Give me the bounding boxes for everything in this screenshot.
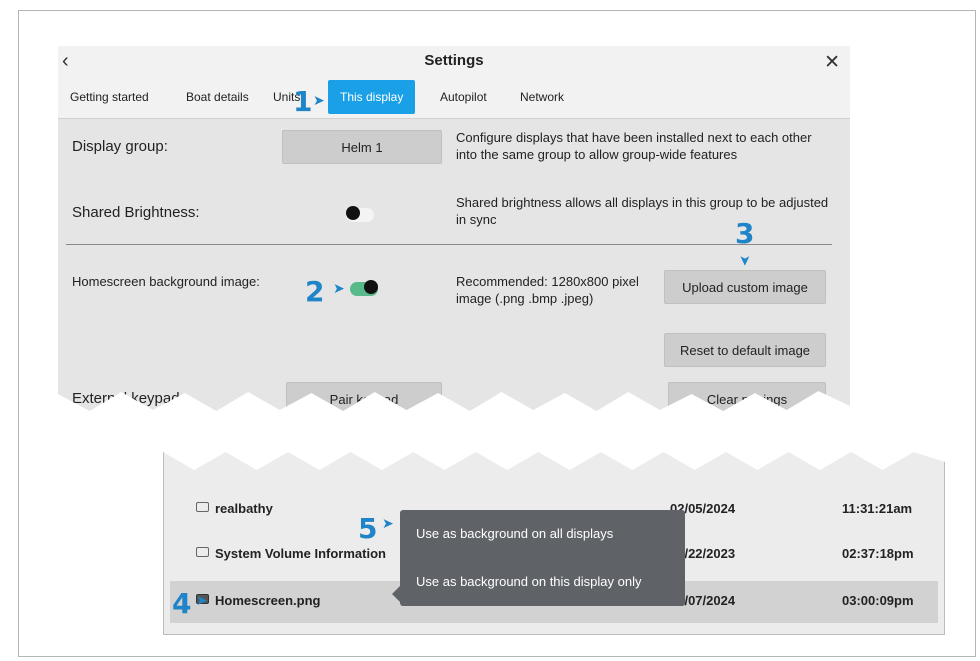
section-divider	[66, 244, 832, 245]
callout-3: 3	[735, 217, 755, 250]
tab-this-display[interactable]: This display	[328, 80, 416, 114]
display-group-button[interactable]: Helm 1	[282, 130, 442, 164]
homescreen-background-label: Homescreen background image:	[72, 274, 260, 289]
display-group-description: Configure displays that have been instal…	[456, 130, 812, 162]
file-name: System Volume Information	[215, 546, 386, 561]
folder-icon	[196, 547, 209, 557]
file-time: 11:31:21am	[842, 501, 913, 516]
file-name: Homescreen.png	[215, 593, 321, 608]
callout-arrow-icon: ➤	[196, 592, 208, 608]
menu-pointer	[392, 586, 400, 602]
tab-autopilot[interactable]: Autopilot	[440, 90, 487, 104]
file-time: 03:00:09pm	[842, 593, 914, 608]
settings-titlebar: ‹ Settings ✕	[58, 46, 850, 80]
settings-tabbar: Getting started Boat details Units This …	[58, 80, 850, 119]
tab-getting-started[interactable]: Getting started	[70, 90, 149, 104]
display-group-label: Display group:	[72, 138, 168, 155]
callout-4: 4	[172, 587, 192, 620]
callout-arrow-icon: ➤	[382, 515, 394, 531]
homescreen-background-toggle[interactable]	[350, 280, 378, 296]
shared-brightness-label: Shared Brightness:	[72, 204, 200, 221]
settings-dialog: ‹ Settings ✕ Getting started Boat detail…	[58, 46, 850, 411]
callout-arrow-icon: ➤	[737, 254, 754, 267]
callout-arrow-icon: ➤	[333, 280, 345, 296]
menu-item-this-display[interactable]: Use as background on this display only	[416, 574, 641, 589]
upload-custom-image-button[interactable]: Upload custom image	[664, 270, 826, 304]
toggle-knob	[346, 206, 360, 220]
shared-brightness-toggle[interactable]	[346, 206, 374, 222]
reset-default-image-button[interactable]: Reset to default image	[664, 333, 826, 367]
shared-brightness-description: Shared brightness allows all displays in…	[456, 195, 829, 227]
callout-arrow-icon: ➤	[313, 92, 325, 108]
context-menu: Use as background on all displays Use as…	[400, 510, 685, 606]
callout-1: 1	[293, 85, 313, 118]
menu-item-all-displays[interactable]: Use as background on all displays	[416, 526, 613, 541]
callout-2: 2	[305, 275, 325, 308]
close-icon[interactable]: ✕	[824, 51, 840, 74]
file-time: 02:37:18pm	[842, 546, 914, 561]
tab-network[interactable]: Network	[520, 90, 564, 104]
folder-icon	[196, 502, 209, 512]
callout-5: 5	[358, 512, 378, 545]
toggle-knob	[364, 280, 378, 294]
homescreen-recommendation: Recommended: 1280x800 pixel image (.png …	[456, 274, 639, 306]
settings-title: Settings	[424, 52, 484, 69]
tab-boat-details[interactable]: Boat details	[186, 90, 249, 104]
file-name: realbathy	[215, 501, 273, 516]
